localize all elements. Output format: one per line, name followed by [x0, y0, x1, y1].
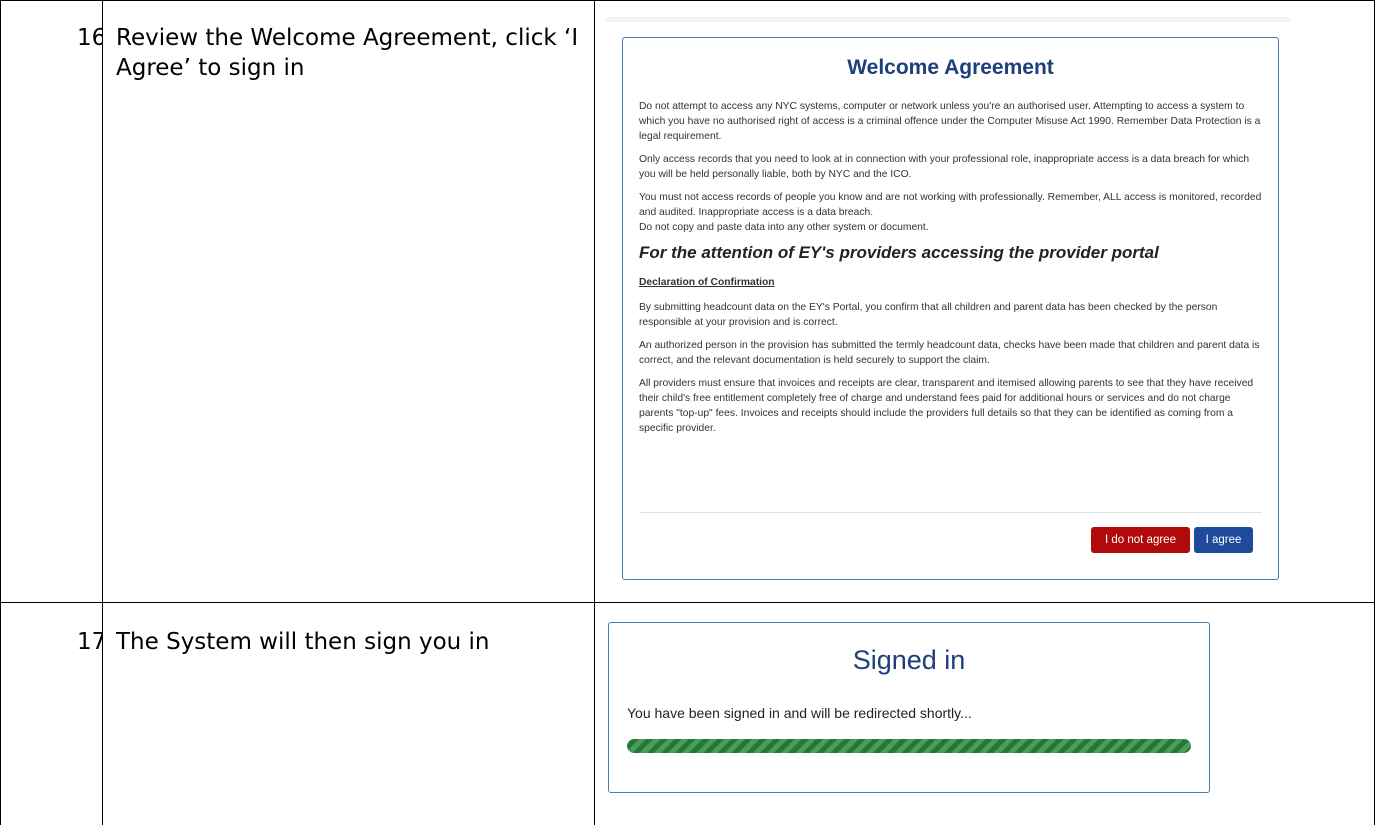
i-agree-button[interactable]: I agree	[1194, 527, 1253, 553]
providers-heading: For the attention of EY's providers acce…	[639, 243, 1159, 262]
signed-in-title: Signed in	[852, 645, 966, 675]
agreement-paragraph: Only access records that you need to loo…	[639, 154, 1250, 180]
signed-in-message: You have been signed in and will be redi…	[627, 705, 972, 721]
agreement-body: Do not attempt to access any NYC systems…	[639, 99, 1264, 444]
welcome-agreement-card: Welcome Agreement Do not attempt to acce…	[622, 37, 1279, 580]
table-border-top	[0, 0, 1375, 1]
table-row-divider	[0, 602, 1375, 603]
declaration-paragraph: An authorized person in the provision ha…	[639, 340, 1260, 366]
i-do-not-agree-button[interactable]: I do not agree	[1091, 527, 1190, 553]
step-instruction: Review the Welcome Agreement, click ‘I A…	[116, 25, 579, 81]
agreement-paragraph: You must not access records of people yo…	[639, 192, 1262, 218]
step-number: 17	[77, 629, 102, 655]
progress-fill	[627, 739, 1191, 753]
table-column-divider-2	[594, 0, 595, 825]
declaration-title: Declaration of Confirmation	[639, 277, 775, 288]
table-column-divider-1	[102, 0, 103, 825]
step-instruction: The System will then sign you in	[116, 629, 490, 655]
agreement-paragraph: Do not attempt to access any NYC systems…	[639, 101, 1261, 142]
footer-divider	[639, 512, 1262, 513]
agreement-paragraph: Do not copy and paste data into any othe…	[639, 222, 929, 233]
signed-in-card: Signed in You have been signed in and wi…	[608, 622, 1210, 793]
declaration-paragraph: By submitting headcount data on the EY's…	[639, 302, 1218, 328]
welcome-agreement-title: Welcome Agreement	[847, 56, 1054, 79]
declaration-paragraph: All providers must ensure that invoices …	[639, 378, 1254, 434]
step-number: 16	[77, 25, 102, 51]
screenshot-top-strip	[606, 17, 1290, 22]
table-border-left	[0, 0, 1, 825]
redirect-progress-bar	[627, 739, 1191, 753]
